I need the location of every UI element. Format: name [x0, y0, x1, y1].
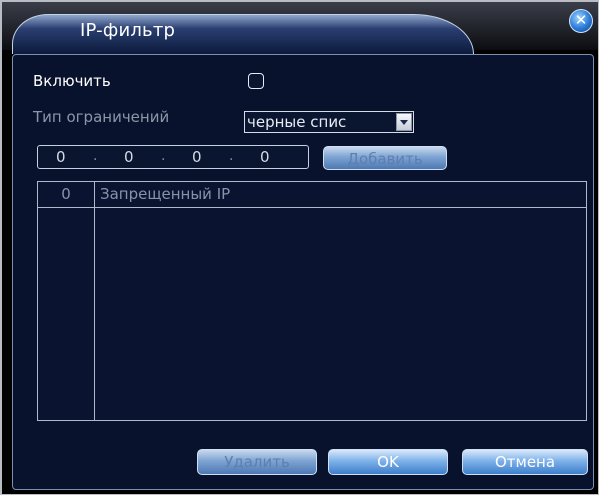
- delete-button[interactable]: Удалить: [197, 449, 317, 475]
- add-ip-button[interactable]: Добавить: [323, 146, 447, 170]
- blocked-ip-table: 0 Запрещенный IP: [37, 181, 587, 421]
- chevron-down-icon[interactable]: [396, 113, 412, 131]
- table-header-blocked-ip[interactable]: Запрещенный IP: [100, 185, 230, 203]
- ip-dot: .: [93, 148, 98, 164]
- table-header-index[interactable]: 0: [38, 185, 94, 203]
- enable-checkbox[interactable]: [248, 73, 264, 89]
- cancel-button[interactable]: Отмена: [462, 449, 588, 475]
- ip-dot: .: [229, 148, 234, 164]
- ip-octet-4: 0: [260, 148, 270, 166]
- ip-octet-2: 0: [124, 148, 134, 166]
- close-icon[interactable]: ✕: [569, 9, 593, 33]
- restriction-type-label: Тип ограничений: [33, 108, 170, 126]
- dialog-title: IP-фильтр: [80, 20, 176, 41]
- ip-address-input[interactable]: 0 . 0 . 0 . 0: [37, 145, 309, 169]
- table-column-divider: [94, 182, 95, 420]
- ok-button[interactable]: OK: [328, 449, 448, 475]
- restriction-type-select[interactable]: черные спис: [244, 111, 414, 133]
- ip-octet-1: 0: [56, 148, 66, 166]
- ip-octet-3: 0: [192, 148, 202, 166]
- restriction-type-value: черные спис: [247, 113, 347, 131]
- table-header-divider: [38, 207, 586, 208]
- ip-filter-dialog: IP-фильтр ✕ Включить Тип ограничений чер…: [2, 2, 598, 494]
- ip-dot: .: [161, 148, 166, 164]
- enable-label: Включить: [33, 72, 111, 90]
